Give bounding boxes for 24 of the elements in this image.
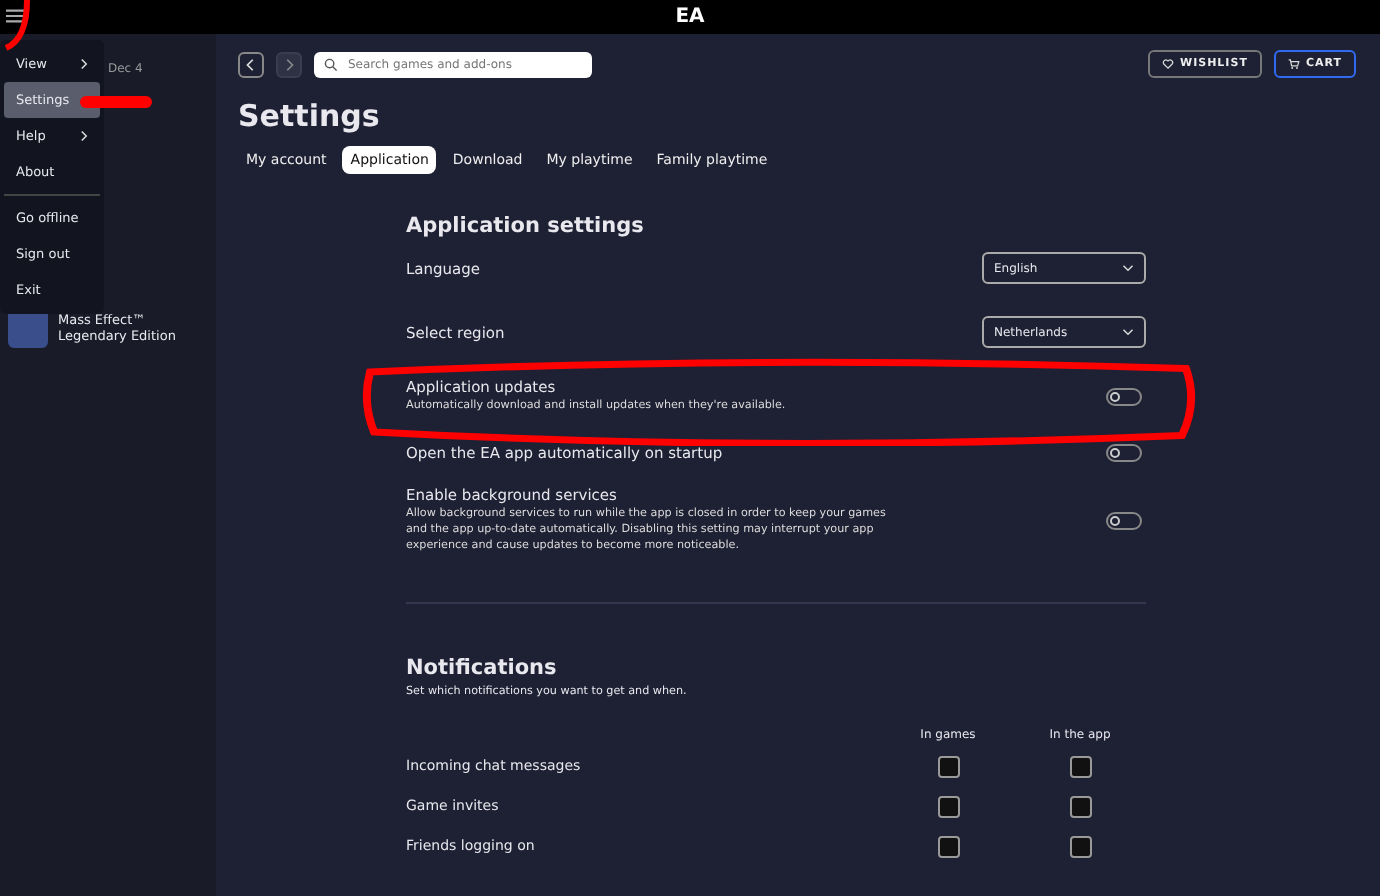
back-button[interactable] — [238, 51, 264, 77]
checkbox[interactable] — [937, 795, 959, 818]
forward-button[interactable] — [276, 51, 302, 77]
section-heading: Notifications — [406, 656, 559, 681]
checkbox[interactable] — [1069, 755, 1091, 778]
checkbox[interactable] — [937, 835, 959, 858]
annotation-mark — [80, 94, 152, 110]
checkbox[interactable] — [1069, 835, 1091, 858]
checkbox[interactable] — [937, 755, 959, 778]
search-icon — [324, 57, 338, 71]
window-title: EA — [675, 6, 705, 28]
checkbox[interactable] — [1069, 795, 1091, 818]
section-heading: Application settings — [406, 214, 646, 238]
menu-icon[interactable] — [6, 8, 24, 24]
chevron-left-icon — [244, 57, 258, 71]
toggle-switch[interactable] — [1106, 511, 1142, 530]
chevron-right-icon — [282, 57, 296, 71]
heart-icon — [1162, 58, 1174, 70]
cart-icon — [1287, 58, 1300, 70]
toggle-switch[interactable] — [1106, 443, 1142, 461]
chevron-down-icon — [1122, 264, 1134, 272]
page-title: Settings — [238, 98, 382, 134]
toggle-switch[interactable] — [1106, 387, 1142, 405]
chevron-down-icon — [1122, 328, 1134, 336]
